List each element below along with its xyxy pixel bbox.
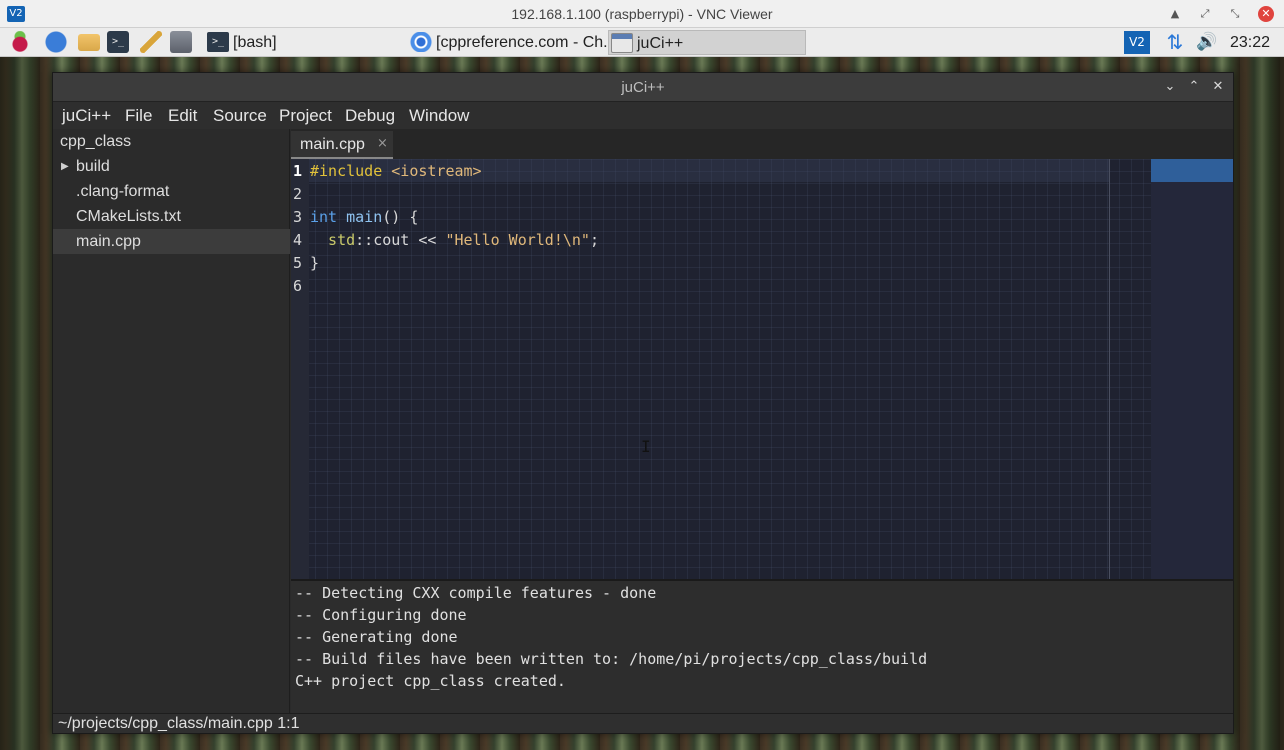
editor-tabbar: main.cpp × bbox=[291, 129, 1233, 159]
menu-project[interactable]: Project bbox=[279, 106, 332, 126]
line-number: 5 bbox=[293, 254, 303, 272]
line-number: 2 bbox=[293, 185, 303, 203]
taskbar-item-label: juCi++ bbox=[637, 35, 684, 52]
code-token-string: "Hello World!\n" bbox=[445, 231, 590, 249]
code-line-4: std::cout << "Hello World!\n"; bbox=[310, 231, 599, 249]
menu-window[interactable]: Window bbox=[409, 106, 469, 126]
vnc-close-button[interactable]: ✕ bbox=[1258, 6, 1274, 22]
text-cursor-icon: I bbox=[641, 437, 651, 456]
file-manager-icon[interactable] bbox=[78, 34, 100, 51]
window-close-button[interactable]: ✕ bbox=[1208, 77, 1228, 97]
code-token-punct: () { bbox=[382, 208, 419, 226]
line-number: 3 bbox=[293, 208, 303, 226]
taskbar-panel: >_ >_ [bash] [cppreference.com - Ch... j… bbox=[0, 28, 1284, 57]
menubar: juCi++ File Edit Source Project Debug Wi… bbox=[53, 102, 1233, 129]
menu-file[interactable]: File bbox=[125, 106, 152, 126]
taskbar-item-bash[interactable]: >_ [bash] bbox=[205, 30, 400, 55]
window-icon bbox=[611, 33, 633, 53]
juci-window: juCi++ ⌄ ⌃ ✕ juCi++ File Edit Source Pro… bbox=[52, 72, 1234, 734]
tools-icon[interactable] bbox=[170, 31, 192, 53]
code-token-punct: ; bbox=[589, 231, 599, 249]
vnc-window-title: 192.168.1.100 (raspberrypi) - VNC Viewer bbox=[511, 6, 773, 22]
terminal-line: -- Configuring done bbox=[295, 606, 467, 624]
tree-item-build[interactable]: ▶ build bbox=[53, 154, 290, 179]
menu-debug[interactable]: Debug bbox=[345, 106, 395, 126]
minimap-viewport[interactable] bbox=[1151, 159, 1233, 182]
terminal-line: C++ project cpp_class created. bbox=[295, 672, 566, 690]
status-file-position: ~/projects/cpp_class/main.cpp 1:1 bbox=[58, 715, 300, 732]
tab-main-cpp[interactable]: main.cpp × bbox=[291, 131, 393, 159]
code-line-3: int main() { bbox=[310, 208, 418, 226]
terminal-line: -- Generating done bbox=[295, 628, 458, 646]
code-token-header: <iostream> bbox=[382, 162, 482, 180]
vnc-tray-icon[interactable]: V2 bbox=[1124, 31, 1150, 54]
line-number: 6 bbox=[293, 277, 303, 295]
tree-item-cmakelists[interactable]: CMakeLists.txt bbox=[53, 204, 290, 229]
tab-label: main.cpp bbox=[300, 136, 365, 153]
taskbar-item-label: [cppreference.com - Ch... bbox=[436, 34, 608, 51]
menu-edit[interactable]: Edit bbox=[168, 106, 197, 126]
minimap[interactable] bbox=[1151, 159, 1233, 579]
code-token-preprocessor: #include bbox=[310, 162, 383, 180]
code-editor[interactable]: 1 2 3 4 5 6 #include <iostream> int main… bbox=[291, 159, 1233, 579]
tree-item-label: build bbox=[76, 158, 110, 175]
line-number: 4 bbox=[293, 231, 303, 249]
terminal-launcher-icon[interactable]: >_ bbox=[107, 31, 129, 53]
tree-root[interactable]: cpp_class bbox=[53, 129, 290, 154]
vnc-maximize-button[interactable]: ⤡ bbox=[1226, 5, 1244, 23]
terminal-icon: >_ bbox=[207, 32, 229, 52]
terminal-line: -- Detecting CXX compile features - done bbox=[295, 584, 657, 602]
line-number: 1 bbox=[293, 162, 303, 180]
text-editor-icon[interactable] bbox=[140, 31, 162, 53]
vnc-minimize-button[interactable]: ▲ bbox=[1166, 5, 1184, 23]
right-margin-line bbox=[1109, 159, 1110, 579]
taskbar-item-chromium[interactable]: [cppreference.com - Ch... bbox=[408, 30, 608, 55]
code-token-namespace: std bbox=[310, 231, 356, 249]
chromium-icon bbox=[410, 32, 432, 52]
line-number-gutter: 1 2 3 4 5 6 bbox=[291, 159, 309, 579]
file-tree: cpp_class ▶ build .clang-format CMakeLis… bbox=[53, 129, 290, 713]
window-titlebar[interactable]: juCi++ ⌄ ⌃ ✕ bbox=[53, 73, 1233, 102]
tree-item-main-cpp[interactable]: main.cpp bbox=[53, 229, 290, 254]
taskbar-item-label: [bash] bbox=[233, 34, 277, 51]
network-icon[interactable]: ⇅ bbox=[1163, 30, 1187, 55]
terminal-line: -- Build files have been written to: /ho… bbox=[295, 650, 928, 668]
vnc-restore-button[interactable]: ⤢ bbox=[1196, 5, 1214, 23]
terminal-output[interactable]: -- Detecting CXX compile features - done… bbox=[291, 579, 1233, 713]
tree-item-clang-format[interactable]: .clang-format bbox=[53, 179, 290, 204]
statusbar: ~/projects/cpp_class/main.cpp 1:1 bbox=[53, 713, 1233, 733]
window-maximize-button[interactable]: ⌃ bbox=[1184, 77, 1204, 97]
code-token-type: int bbox=[310, 208, 338, 226]
expand-arrow-icon[interactable]: ▶ bbox=[61, 154, 69, 179]
web-browser-icon[interactable] bbox=[45, 31, 67, 53]
code-token-expr: ::cout << bbox=[355, 231, 446, 249]
clock[interactable]: 23:22 bbox=[1230, 30, 1270, 55]
menu-source[interactable]: Source bbox=[213, 106, 267, 126]
vnc-titlebar: V2 192.168.1.100 (raspberrypi) - VNC Vie… bbox=[0, 0, 1284, 28]
raspberry-menu-icon[interactable] bbox=[9, 31, 31, 53]
code-line-1: #include <iostream> bbox=[310, 162, 482, 180]
code-line-5: } bbox=[310, 254, 320, 272]
window-title: juCi++ bbox=[621, 79, 665, 96]
code-token-function: main bbox=[337, 208, 383, 226]
tab-close-icon[interactable]: × bbox=[377, 136, 388, 151]
menu-juci[interactable]: juCi++ bbox=[62, 106, 111, 126]
volume-icon[interactable]: 🔊 bbox=[1195, 30, 1219, 55]
window-minimize-button[interactable]: ⌄ bbox=[1160, 77, 1180, 97]
taskbar-item-juci[interactable]: juCi++ bbox=[608, 30, 806, 55]
